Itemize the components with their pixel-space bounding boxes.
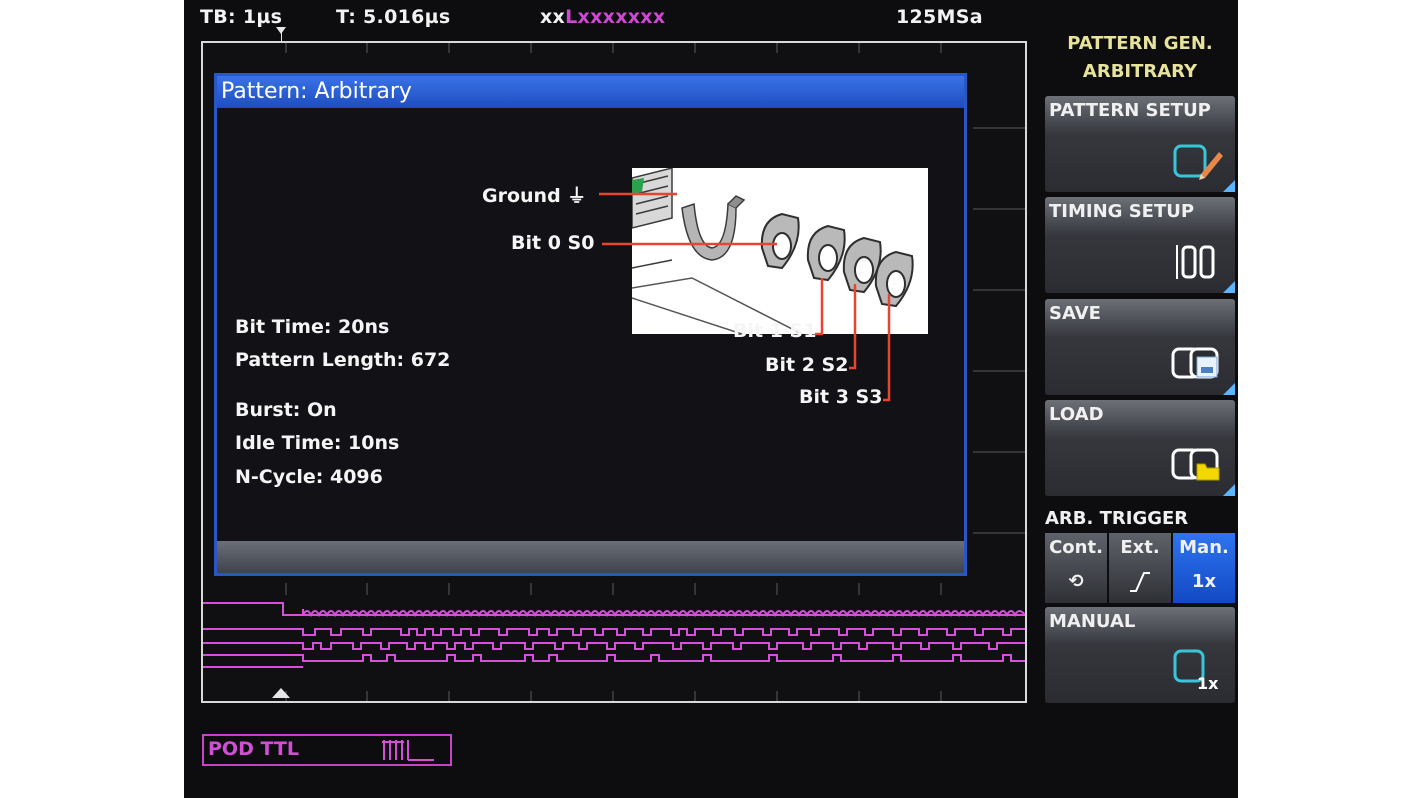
trigger-time-readout[interactable]: T: 5.016µs <box>336 6 451 28</box>
edit-pattern-icon <box>1173 144 1223 180</box>
timing-setup-button[interactable]: TIMING SETUP <box>1045 197 1235 293</box>
trigger-pattern-prefix: xx <box>540 6 566 28</box>
test-rings <box>760 212 914 308</box>
ground-icon: ⏚ <box>567 185 587 207</box>
svg-text:1x: 1x <box>1197 674 1219 693</box>
digital-trace-s2 <box>203 642 1025 650</box>
rising-edge-icon <box>1109 571 1171 598</box>
manual-label: MANUAL <box>1049 611 1136 632</box>
arb-trigger-man-option[interactable]: Man. 1x <box>1173 533 1235 603</box>
save-icon <box>1171 347 1219 379</box>
pod-bits-icon <box>382 740 434 761</box>
ground-pin-label: Ground ⏚ <box>482 185 587 207</box>
dialog-footer <box>217 541 964 573</box>
connector-illustration <box>631 167 914 335</box>
bit2-pin-label: Bit 2 S2 <box>765 354 849 376</box>
softkey-menu: PATTERN GEN. ARBITRARY PATTERN SETUP TIM… <box>1042 0 1238 798</box>
timing-icon <box>1176 245 1215 279</box>
bit-time-value: Bit Time: 20ns <box>235 316 390 338</box>
cont-label: Cont. <box>1049 537 1103 558</box>
load-corner-icon <box>1223 484 1235 496</box>
save-corner-icon <box>1223 383 1235 395</box>
pattern-setup-button[interactable]: PATTERN SETUP <box>1045 96 1235 192</box>
menu-title-line1: PATTERN GEN. <box>1067 33 1213 54</box>
timing-setup-corner-icon <box>1223 281 1235 293</box>
oscilloscope-screen: TB: 1µs T: 5.016µs xxLxxxxxxx 125MSa Pat… <box>184 0 1238 798</box>
man-label: Man. <box>1179 537 1229 558</box>
load-label: LOAD <box>1049 404 1104 425</box>
pod-label: POD TTL <box>208 738 299 760</box>
bit0-pin-label: Bit 0 S0 <box>511 232 595 254</box>
pattern-length-value: Pattern Length: 672 <box>235 349 451 371</box>
pattern-setup-corner-icon <box>1223 180 1235 192</box>
trigger-pattern-bits: Lxxxxxxx <box>565 6 666 28</box>
manual-1x-icon: 1x <box>1191 571 1217 592</box>
burst-value: Burst: On <box>235 399 337 421</box>
digital-trace-s1 <box>203 628 1025 636</box>
save-button[interactable]: SAVE <box>1045 299 1235 395</box>
dialog-title: Pattern: Arbitrary <box>217 76 964 108</box>
n-cycle-value: N-Cycle: 4096 <box>235 466 383 488</box>
bit3-pin-label: Bit 3 S3 <box>799 386 883 408</box>
pattern-dialog: Pattern: Arbitrary Bit Time: 20ns Patter… <box>214 73 967 576</box>
trigger-pattern-readout[interactable]: xxLxxxxxxx <box>540 6 665 28</box>
arb-trigger-label: ARB. TRIGGER <box>1045 508 1189 529</box>
save-label: SAVE <box>1049 303 1101 324</box>
pattern-setup-label: PATTERN SETUP <box>1049 100 1211 121</box>
idle-time-value: Idle Time: 10ns <box>235 432 400 454</box>
ext-label: Ext. <box>1120 537 1160 558</box>
load-icon <box>1171 448 1220 481</box>
timing-setup-label: TIMING SETUP <box>1049 201 1195 222</box>
continuous-loop-icon: ⟲ <box>1068 571 1084 592</box>
sample-rate-readout: 125MSa <box>896 6 983 28</box>
bit1-pin-label: Bit 1 S1 <box>733 320 817 342</box>
pod-ttl-indicator[interactable]: POD TTL <box>202 734 452 766</box>
arb-trigger-ext-option[interactable]: Ext. <box>1109 533 1171 603</box>
load-button[interactable]: LOAD <box>1045 400 1235 496</box>
menu-title-line2: ARBITRARY <box>1082 61 1198 82</box>
timebase-readout[interactable]: TB: 1µs <box>200 6 282 28</box>
digital-trace-s3 <box>203 654 1025 662</box>
dialog-body: Bit Time: 20ns Pattern Length: 672 Burst… <box>217 108 964 542</box>
trigger-position-marker-bottom[interactable] <box>272 688 290 698</box>
rising-edge-glyph <box>1130 572 1150 592</box>
arb-trigger-cont-option[interactable]: Cont. ⟲ <box>1045 533 1107 603</box>
connector-diagram <box>631 167 928 335</box>
manual-trigger-icon: 1x <box>1173 649 1219 693</box>
manual-button[interactable]: MANUAL 1x <box>1045 607 1235 703</box>
